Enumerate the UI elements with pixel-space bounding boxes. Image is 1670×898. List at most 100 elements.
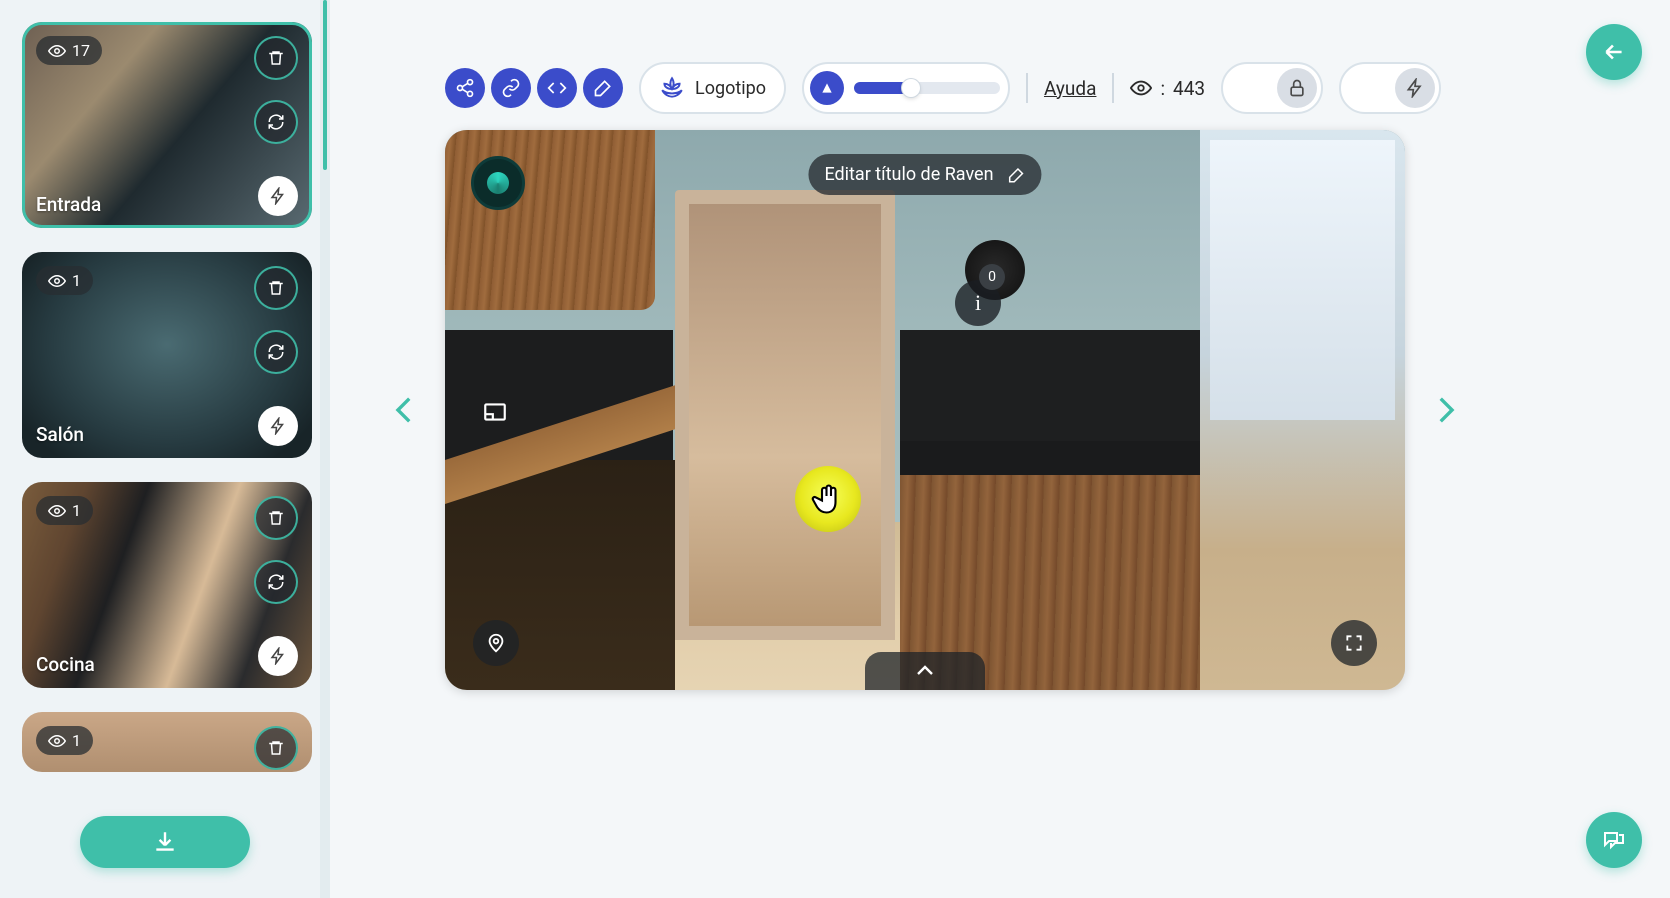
scene-thumb-label: Entrada: [36, 193, 101, 216]
delete-scene-button[interactable]: [254, 496, 298, 540]
chat-icon: [1602, 828, 1626, 852]
delete-scene-button[interactable]: [254, 36, 298, 80]
toolbar: Logotipo Ayuda : 443: [445, 62, 1441, 114]
pin-icon: [485, 632, 507, 654]
views-value: 443: [1173, 77, 1205, 100]
lotus-icon: [659, 75, 685, 101]
bolt-icon: [269, 417, 287, 435]
eye-icon: [48, 272, 66, 290]
back-button[interactable]: [1586, 24, 1642, 80]
title-text: Editar título de Raven: [824, 164, 993, 185]
arrow-left-icon: [1601, 39, 1627, 65]
scene-action-button[interactable]: [258, 406, 298, 446]
fullscreen-button[interactable]: [1331, 620, 1377, 666]
scene-thumb-salon[interactable]: 1 Salón: [22, 252, 312, 458]
location-hotspot-button[interactable]: [473, 620, 519, 666]
share-icon: [455, 78, 475, 98]
embed-button[interactable]: [537, 68, 577, 108]
scene-views-count: 1: [72, 731, 81, 750]
scene-action-button[interactable]: [258, 176, 298, 216]
regen-scene-button[interactable]: [254, 100, 298, 144]
scene-thumb-entrada[interactable]: 17 Entrada: [22, 22, 312, 228]
scene-views-pill: 17: [36, 36, 102, 65]
chevron-right-icon: [1428, 380, 1462, 440]
refresh-icon: [267, 343, 285, 361]
scene-thumb-next[interactable]: 1: [22, 712, 312, 772]
trash-icon: [267, 49, 285, 67]
viewer-area: Editar título de Raven i 0: [445, 130, 1405, 690]
pencil-icon: [1008, 166, 1026, 184]
info-badge: 0: [979, 264, 1005, 290]
refresh-icon: [267, 113, 285, 131]
sidebar-divider: [320, 0, 330, 898]
bolt-icon: [269, 187, 287, 205]
eye-icon: [1130, 77, 1152, 99]
regen-scene-button[interactable]: [254, 330, 298, 374]
scene-views-count: 1: [72, 271, 81, 290]
scene-views-pill: 1: [36, 726, 93, 755]
chat-button[interactable]: [1586, 812, 1642, 868]
aspect-button[interactable]: [473, 390, 517, 434]
trash-icon: [267, 509, 285, 527]
drag-cursor: [795, 466, 861, 532]
expand-icon: [1344, 633, 1364, 653]
scene-thumb-cocina[interactable]: 1 Cocina: [22, 482, 312, 688]
sidebar-scroll[interactable]: 17 Entrada 1: [0, 0, 330, 790]
sidebar: 17 Entrada 1: [0, 0, 330, 898]
eye-icon: [48, 42, 66, 60]
logo-label: Logotipo: [695, 78, 766, 99]
scene-thumb-label: Cocina: [36, 653, 95, 676]
download-button[interactable]: [80, 816, 250, 868]
power-toggle[interactable]: [1339, 62, 1441, 114]
link-icon: [501, 78, 521, 98]
share-button[interactable]: [445, 68, 485, 108]
eye-icon: [48, 502, 66, 520]
scene-views-pill: 1: [36, 496, 93, 525]
next-scene-button[interactable]: [1415, 370, 1475, 450]
code-icon: [547, 78, 567, 98]
separator: [1112, 73, 1114, 103]
toggle-knob: [1395, 68, 1435, 108]
progress-slider[interactable]: [854, 82, 1000, 94]
progress-pill[interactable]: [802, 62, 1010, 114]
trash-icon: [267, 739, 285, 757]
chevron-left-icon: [388, 380, 422, 440]
pencil-icon: [593, 78, 613, 98]
globe-icon: [487, 172, 509, 194]
delete-scene-button[interactable]: [254, 726, 298, 770]
tour-views: : 443: [1130, 77, 1205, 100]
pano-viewer[interactable]: Editar título de Raven i 0: [445, 130, 1405, 690]
lock-icon: [1287, 78, 1307, 98]
download-bar: [0, 790, 330, 898]
separator: [1026, 73, 1028, 103]
compass-button[interactable]: [810, 71, 844, 105]
help-link[interactable]: Ayuda: [1044, 77, 1096, 100]
hand-icon: [810, 481, 846, 517]
share-group: [445, 68, 623, 108]
scene-views-count: 17: [72, 41, 90, 60]
chevron-up-icon: [913, 659, 937, 683]
aspect-icon: [482, 399, 508, 425]
scene-views-pill: 1: [36, 266, 93, 295]
toggle-knob: [1277, 68, 1317, 108]
scene-action-button[interactable]: [258, 636, 298, 676]
views-prefix: :: [1160, 77, 1165, 100]
brand-badge[interactable]: [471, 156, 525, 210]
prev-scene-button[interactable]: [375, 370, 435, 450]
logo-pill[interactable]: Logotipo: [639, 62, 786, 114]
pano-scene: [445, 130, 1405, 690]
bolt-icon: [1405, 78, 1425, 98]
edit-button[interactable]: [583, 68, 623, 108]
link-button[interactable]: [491, 68, 531, 108]
delete-scene-button[interactable]: [254, 266, 298, 310]
scene-views-count: 1: [72, 501, 81, 520]
privacy-toggle[interactable]: [1221, 62, 1323, 114]
bolt-icon: [269, 647, 287, 665]
trash-icon: [267, 279, 285, 297]
eye-icon: [48, 732, 66, 750]
scene-thumb-label: Salón: [36, 423, 84, 446]
tray-toggle[interactable]: [865, 652, 985, 690]
edit-title-pill[interactable]: Editar título de Raven: [808, 154, 1041, 195]
refresh-icon: [267, 573, 285, 591]
regen-scene-button[interactable]: [254, 560, 298, 604]
